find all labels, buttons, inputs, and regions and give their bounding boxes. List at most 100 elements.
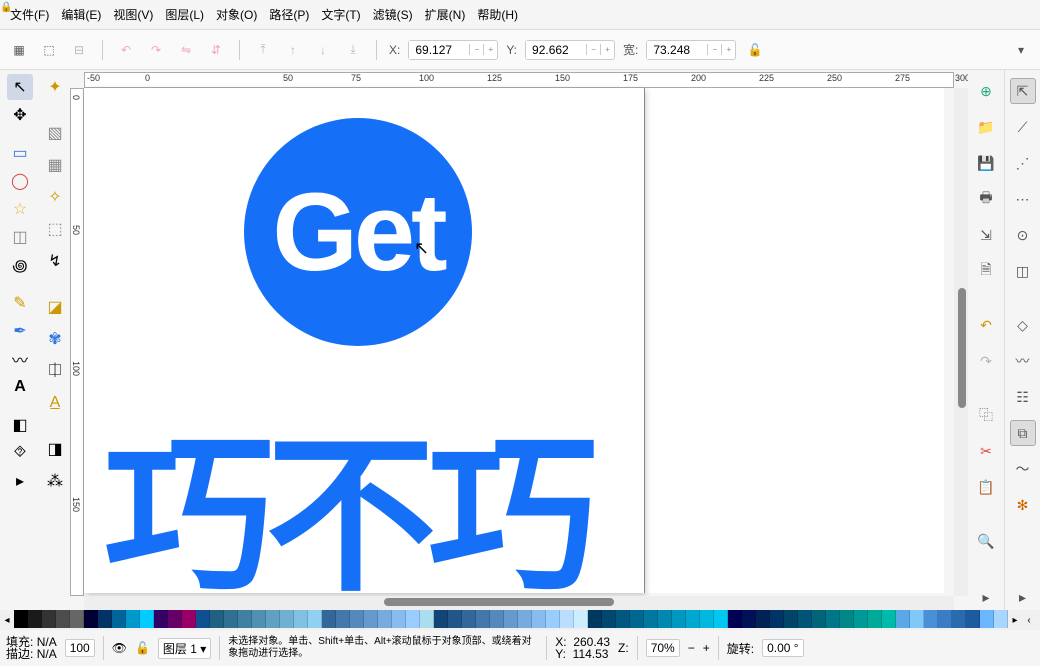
open-icon[interactable]: 📁 (973, 114, 999, 140)
zoom-plus-icon[interactable]: + (703, 641, 710, 655)
rotate-ccw-icon[interactable]: ↶ (115, 39, 137, 61)
rotate-input[interactable]: 0.00 ° (762, 639, 804, 657)
menu-object[interactable]: 对象(O) (216, 6, 257, 23)
ruler-vertical[interactable]: 0 50 100 150 (70, 88, 84, 596)
color-swatch[interactable] (434, 610, 448, 628)
zoom-minus-icon[interactable]: − (688, 641, 695, 655)
color-swatch[interactable] (210, 610, 224, 628)
panel2-expand-icon[interactable]: ▸ (1010, 584, 1036, 610)
color-swatch[interactable] (14, 610, 28, 628)
color-swatch[interactable] (294, 610, 308, 628)
color-swatch[interactable] (490, 610, 504, 628)
snap-node-icon[interactable]: ⇱ (1010, 78, 1036, 104)
color-swatch[interactable] (378, 610, 392, 628)
spray-tool-icon[interactable]: ✾ (42, 326, 68, 352)
more-tools-icon[interactable]: ▸ (7, 468, 33, 494)
color-swatch[interactable] (826, 610, 840, 628)
color-swatch[interactable] (420, 610, 434, 628)
color-swatch[interactable] (602, 610, 616, 628)
menu-file[interactable]: 文件(F) (10, 6, 49, 23)
raise-icon[interactable]: ↑ (282, 39, 304, 61)
palette-next-icon[interactable]: ▸ (1008, 610, 1022, 630)
calligraphy-tool-icon[interactable]: 〰 (7, 346, 33, 372)
color-swatch[interactable] (406, 610, 420, 628)
w-plus-icon[interactable]: + (721, 44, 735, 55)
print-icon[interactable]: 🖶 (973, 186, 999, 212)
color-swatch[interactable] (518, 610, 532, 628)
connector-tool-icon[interactable]: ⬚ (42, 216, 68, 242)
color-swatch[interactable] (742, 610, 756, 628)
color-swatch[interactable] (644, 610, 658, 628)
color-swatch[interactable] (280, 610, 294, 628)
color-swatch[interactable] (154, 610, 168, 628)
bezier-tool-icon[interactable]: ✒ (7, 318, 33, 344)
align-icon[interactable]: ☷ (1010, 384, 1036, 410)
color-swatch[interactable] (462, 610, 476, 628)
color-swatch[interactable] (364, 610, 378, 628)
color-swatch[interactable] (42, 610, 56, 628)
color-swatch[interactable] (966, 610, 980, 628)
redo-icon[interactable]: ↷ (973, 348, 999, 374)
color-swatch[interactable] (868, 610, 882, 628)
color-swatch[interactable] (588, 610, 602, 628)
menu-path[interactable]: 路径(P) (269, 6, 309, 23)
select-marquee-icon[interactable]: ⬚ (38, 39, 60, 61)
color-swatch[interactable] (182, 610, 196, 628)
lock-icon[interactable]: 🔓 (744, 39, 766, 61)
flip-h-icon[interactable]: ⇋ (175, 39, 197, 61)
y-plus-icon[interactable]: + (600, 44, 614, 55)
horizontal-scrollbar[interactable] (84, 596, 954, 610)
spiral-tool-icon[interactable]: ꩜ (7, 252, 33, 278)
color-swatch[interactable] (84, 610, 98, 628)
color-swatch[interactable] (252, 610, 266, 628)
mesh-tool-icon[interactable]: ▦ (42, 152, 68, 178)
lpe-tool-icon[interactable]: ↯ (42, 248, 68, 274)
layer-selector[interactable]: 图层 1 ▾ (158, 638, 211, 659)
menu-help[interactable]: 帮助(H) (477, 6, 518, 23)
color-swatch[interactable] (168, 610, 182, 628)
layer-lock-icon[interactable]: 🔓 (135, 641, 150, 655)
dropper-tool-icon[interactable]: ⯑ (7, 440, 33, 466)
panel-expand-icon[interactable]: ▸ (973, 584, 999, 610)
color-swatch[interactable] (728, 610, 742, 628)
opacity-input[interactable]: 100 (65, 639, 95, 657)
color-swatch[interactable] (630, 610, 644, 628)
color-swatch[interactable] (882, 610, 896, 628)
select-all-layers-icon[interactable]: ▦ (8, 39, 30, 61)
color-swatch[interactable] (686, 610, 700, 628)
canvas-page[interactable]: Get ↖ 巧不巧 (84, 88, 944, 593)
color-swatch[interactable] (476, 610, 490, 628)
color-swatch[interactable] (532, 610, 546, 628)
color-swatch[interactable] (938, 610, 952, 628)
color-swatch[interactable] (980, 610, 994, 628)
x-plus-icon[interactable]: + (483, 44, 497, 55)
color-swatch[interactable] (308, 610, 322, 628)
color-swatch[interactable] (266, 610, 280, 628)
tweak-tool-icon[interactable]: ✦ (42, 74, 68, 100)
color-swatch[interactable] (714, 610, 728, 628)
paint-bucket-tool-icon[interactable]: ▧ (42, 120, 68, 146)
color-swatch[interactable] (700, 610, 714, 628)
new-doc-icon[interactable]: ⊕ (973, 78, 999, 104)
color-swatch[interactable] (910, 610, 924, 628)
xml-editor-icon[interactable]: ◇ (1010, 312, 1036, 338)
snap-bbox-icon[interactable]: ⟋ (1010, 114, 1036, 140)
x-input[interactable] (409, 41, 469, 59)
save-icon[interactable]: 💾 (973, 150, 999, 176)
selector-tool-icon[interactable]: ↖ (7, 74, 33, 100)
color-swatch[interactable] (896, 610, 910, 628)
lower-bottom-icon[interactable]: ⤓ (342, 39, 364, 61)
color-swatch[interactable] (798, 610, 812, 628)
color-swatch[interactable] (854, 610, 868, 628)
color-swatch[interactable] (238, 610, 252, 628)
vertical-scroll-thumb[interactable] (958, 288, 966, 408)
measure-tool-icon[interactable]: ✧ (42, 184, 68, 210)
w-input[interactable] (647, 41, 707, 59)
text-icon[interactable]: ✻ (1010, 492, 1036, 518)
color-swatch[interactable] (924, 610, 938, 628)
menu-extension[interactable]: 扩展(N) (425, 6, 466, 23)
snap-grid-icon[interactable]: ⋰ (1010, 150, 1036, 176)
eraser-tool-icon[interactable]: ◪ (42, 294, 68, 320)
color-swatch[interactable] (672, 610, 686, 628)
chinese-text-object[interactable]: 巧不巧 (104, 378, 590, 610)
